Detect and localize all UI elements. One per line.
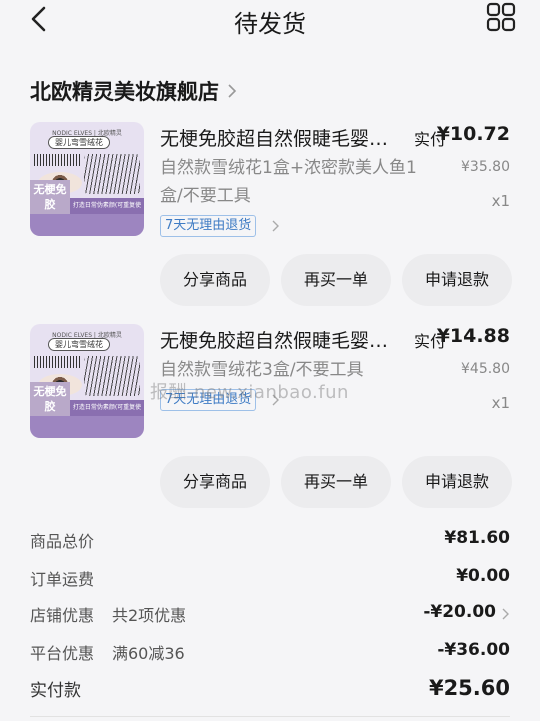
platform-discount-value: -¥36.00 bbox=[437, 640, 510, 660]
thumb-badge: 无梗免胶 bbox=[30, 382, 70, 416]
divider bbox=[30, 716, 510, 717]
return-policy-tag[interactable]: 7天无理由退货 bbox=[160, 215, 257, 237]
request-refund-button[interactable]: 申请退款 bbox=[402, 456, 512, 508]
thumb-foot bbox=[30, 416, 144, 438]
product-title[interactable]: 无梗免胶超自然假睫毛婴儿弯雪绒花 bbox=[160, 326, 404, 353]
share-product-button[interactable]: 分享商品 bbox=[160, 254, 270, 306]
goods-total-label: 商品总价 bbox=[30, 532, 95, 551]
quantity: x1 bbox=[491, 394, 510, 412]
shop-discount-label: 店铺优惠 bbox=[30, 606, 95, 625]
thumb-bar: 打造日常伪素颜(可重复使用 bbox=[70, 400, 144, 427]
original-price: ¥45.80 bbox=[461, 361, 510, 377]
thumb-foot bbox=[30, 214, 144, 236]
lash-tray-image bbox=[84, 356, 140, 396]
paid-total-row: 实付款 ¥25.60 bbox=[30, 676, 510, 704]
thumb-pill: 婴儿弯雪绒花 bbox=[48, 338, 110, 351]
share-product-button[interactable]: 分享商品 bbox=[160, 456, 270, 508]
goods-total-value: ¥81.60 bbox=[444, 528, 510, 548]
shipping-label: 订单运费 bbox=[30, 570, 95, 589]
shipping-value: ¥0.00 bbox=[456, 566, 510, 586]
product-thumbnail[interactable]: NODIC ELVES | 北欧精灵 婴儿弯雪绒花 无梗免胶 打造日常伪素颜(可… bbox=[30, 324, 144, 438]
buy-again-button[interactable]: 再买一单 bbox=[281, 254, 391, 306]
buy-again-button[interactable]: 再买一单 bbox=[281, 456, 391, 508]
paid-total-value: ¥25.60 bbox=[428, 676, 510, 700]
platform-discount-label: 平台优惠 bbox=[30, 644, 95, 663]
watermark: 报酬-new.xianbao.fun bbox=[150, 382, 349, 403]
shop-discount-value: -¥20.00 bbox=[423, 602, 496, 622]
request-refund-button[interactable]: 申请退款 bbox=[402, 254, 512, 306]
paid-total-label: 实付款 bbox=[30, 681, 81, 701]
shipping-row: 订单运费 ¥0.00 bbox=[30, 566, 510, 594]
lash-strip-image bbox=[34, 356, 82, 368]
chevron-right-icon bbox=[272, 220, 279, 232]
goods-total-row: 商品总价 ¥81.60 bbox=[30, 528, 510, 556]
platform-discount-detail: 满60减36 bbox=[112, 644, 185, 663]
shop-discount-row[interactable]: 店铺优惠 共2项优惠 -¥20.00 bbox=[30, 602, 510, 630]
order-item: NODIC ELVES | 北欧精灵 婴儿弯雪绒花 无梗免胶 打造日常伪素颜(可… bbox=[0, 0, 540, 508]
chevron-right-icon bbox=[502, 608, 509, 620]
shop-discount-detail: 共2项优惠 bbox=[112, 606, 187, 625]
thumb-bar: 打造日常伪素颜(可重复使用 bbox=[70, 198, 144, 225]
paid-price: ¥14.88 bbox=[436, 325, 510, 347]
platform-discount-row: 平台优惠 满60减36 -¥36.00 bbox=[30, 640, 510, 668]
